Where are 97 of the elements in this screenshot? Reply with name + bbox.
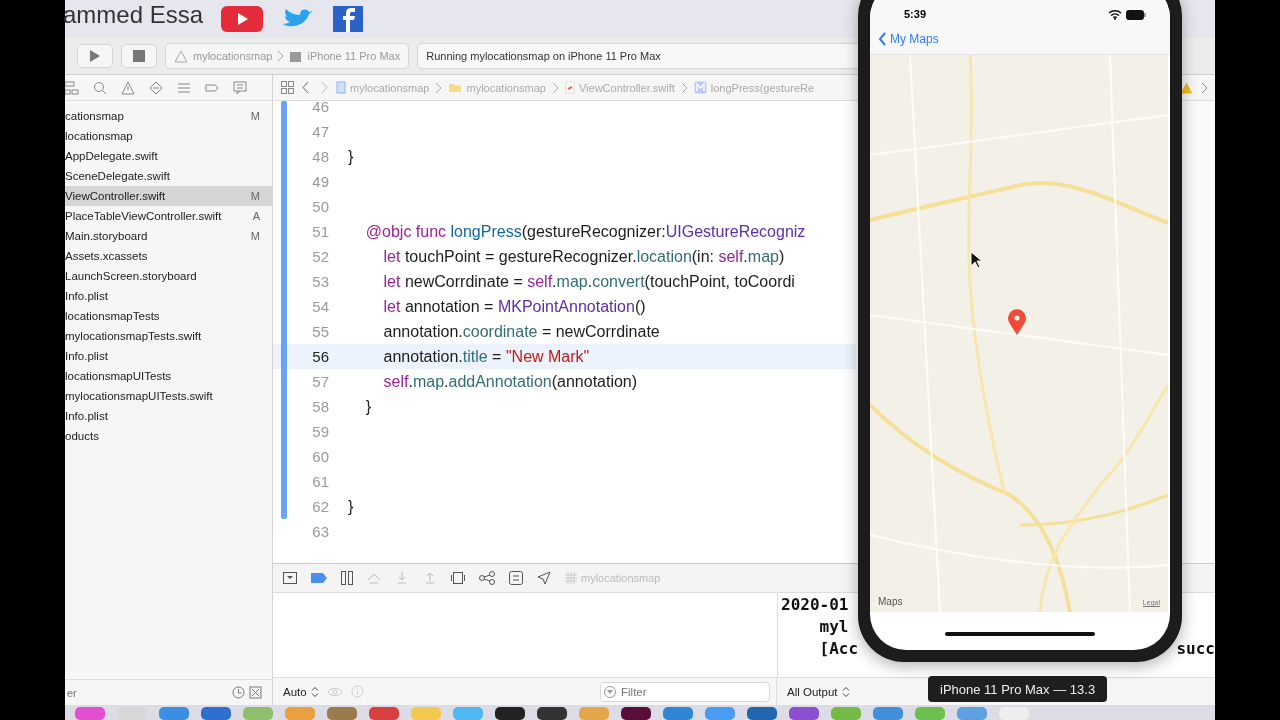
file-item[interactable]: mylocationsmapTests.swift: [65, 326, 272, 346]
mode-selector[interactable]: Auto: [283, 685, 319, 698]
battery-icon: [1126, 10, 1146, 20]
status-time: 5:39: [904, 8, 928, 20]
play-icon: [89, 49, 101, 63]
method-icon: [693, 81, 707, 94]
hierarchy-icon[interactable]: [65, 80, 79, 95]
clock-icon[interactable]: [232, 686, 245, 699]
file-item[interactable]: oducts: [65, 426, 272, 446]
file-item[interactable]: Assets.xcassets: [65, 246, 272, 266]
cursor-icon: [970, 251, 982, 269]
location-icon[interactable]: [537, 571, 551, 585]
pause-icon[interactable]: [341, 571, 353, 585]
search-icon[interactable]: [93, 80, 107, 95]
chevron-icon: [680, 81, 688, 94]
view-debugger-icon[interactable]: [451, 571, 465, 585]
file-item[interactable]: locationsmapTests: [65, 306, 272, 326]
file-item[interactable]: cationsmap M: [65, 106, 272, 126]
code-line: 51 @objc func longPress(gestureRecognizer:UIGestureRecogniz: [311, 221, 807, 242]
swift-file-icon: [564, 81, 575, 94]
filter-field[interactable]: er: [65, 685, 209, 700]
comment-icon[interactable]: [233, 80, 247, 95]
run-button[interactable]: [77, 44, 113, 68]
facebook-icon[interactable]: [333, 6, 364, 32]
youtube-icon[interactable]: [221, 6, 264, 32]
device-tooltip: iPhone 11 Pro Max — 13.3: [928, 676, 1108, 702]
file-item[interactable]: Info.plist: [65, 346, 272, 366]
step-in-icon[interactable]: [395, 572, 409, 584]
code-line: 48 }: [311, 146, 355, 167]
code-line: 53 let newCorrdinate = self.map.convert(touchPoint, toCoordi: [311, 271, 796, 292]
code-line: 54 let annotation = MKPointAnnotation(): [311, 296, 647, 317]
stop-icon: [133, 50, 145, 62]
file-item[interactable]: locationsmap: [65, 126, 272, 146]
file-icon: [336, 81, 346, 94]
device-icon: [289, 49, 303, 63]
file-item[interactable]: AppDelegate.swift: [65, 146, 272, 166]
map-pin-icon[interactable]: [1007, 309, 1027, 335]
debug-target: mylocationsmap: [581, 572, 661, 584]
step-out-icon[interactable]: [423, 572, 437, 584]
console-text: 2020-01: [781, 595, 849, 616]
code-line: 61: [311, 472, 330, 492]
maps-label: Maps: [878, 596, 903, 607]
status-label: A: [252, 210, 260, 222]
chevron-icon[interactable]: [1201, 81, 1209, 94]
scheme-name: mylocationsmap: [193, 50, 273, 62]
status-label: M: [250, 110, 260, 122]
breakpoint-icon[interactable]: [311, 573, 327, 583]
device-name: iPhone 11 Pro Max: [307, 50, 401, 62]
console-text: [Acc: [818, 639, 859, 660]
code-line: 50: [311, 197, 330, 217]
chevron-icon: [551, 81, 559, 94]
code-line: 58 }: [311, 396, 373, 417]
console-text: succ: [1176, 639, 1215, 660]
file-item[interactable]: locationsmapUITests: [65, 366, 272, 386]
box-icon[interactable]: [249, 686, 262, 699]
file-item[interactable]: LaunchScreen.storyboard: [65, 266, 272, 286]
grid-icon[interactable]: [281, 81, 294, 94]
file-item[interactable]: Info.plist: [65, 286, 272, 306]
diamond-icon[interactable]: [149, 80, 163, 95]
console-text: myl: [818, 617, 849, 638]
code-line: 46: [311, 101, 330, 117]
filter-field[interactable]: Filter: [600, 681, 770, 702]
code-line: 57 self.map.addAnnotation(annotation): [311, 371, 639, 392]
file-item[interactable]: mylocationsmapUITests.swift: [65, 386, 272, 406]
file-item[interactable]: Info.plist: [65, 406, 272, 426]
file-item[interactable]: PlaceTableViewController.swift A: [65, 206, 272, 226]
back-button[interactable]: My Maps: [878, 32, 939, 46]
warning-icon[interactable]: [1180, 81, 1193, 94]
code-line: 62 }: [311, 496, 355, 517]
code-line: 55 annotation.coordinate = newCorrdinate: [311, 321, 661, 342]
step-over-icon[interactable]: [367, 572, 381, 584]
grid-icon: [565, 572, 577, 584]
updown-icon: [310, 685, 319, 698]
panel-icon[interactable]: [283, 572, 297, 584]
folder-icon: [448, 82, 463, 93]
updown-icon: [841, 685, 850, 698]
file-item[interactable]: Main.storyboard M: [65, 226, 272, 246]
code-line: 59: [311, 422, 330, 442]
environment-icon[interactable]: [509, 571, 523, 585]
chevron-icon: [435, 81, 443, 94]
filter-icon: [604, 685, 616, 698]
file-item[interactable]: ViewController.swift M: [65, 186, 272, 206]
chevron-icon: [277, 50, 285, 62]
wifi-icon: [1108, 9, 1122, 20]
output-selector[interactable]: All Output: [777, 684, 856, 699]
code-line: 49: [311, 172, 330, 192]
graph-icon[interactable]: [479, 571, 495, 585]
status-label: M: [250, 190, 260, 202]
chevron-left-icon: [878, 32, 887, 46]
file-item[interactable]: SceneDelegate.swift: [65, 166, 272, 186]
stop-button[interactable]: [121, 44, 157, 68]
list-icon[interactable]: [177, 80, 191, 95]
code-line: 47: [311, 122, 330, 142]
status-label: M: [250, 230, 260, 242]
code-line: 52 let touchPoint = gestureRecognizer.location(in: self.map): [311, 246, 786, 267]
code-line: 63: [311, 522, 330, 542]
code-line: 60: [311, 447, 330, 467]
